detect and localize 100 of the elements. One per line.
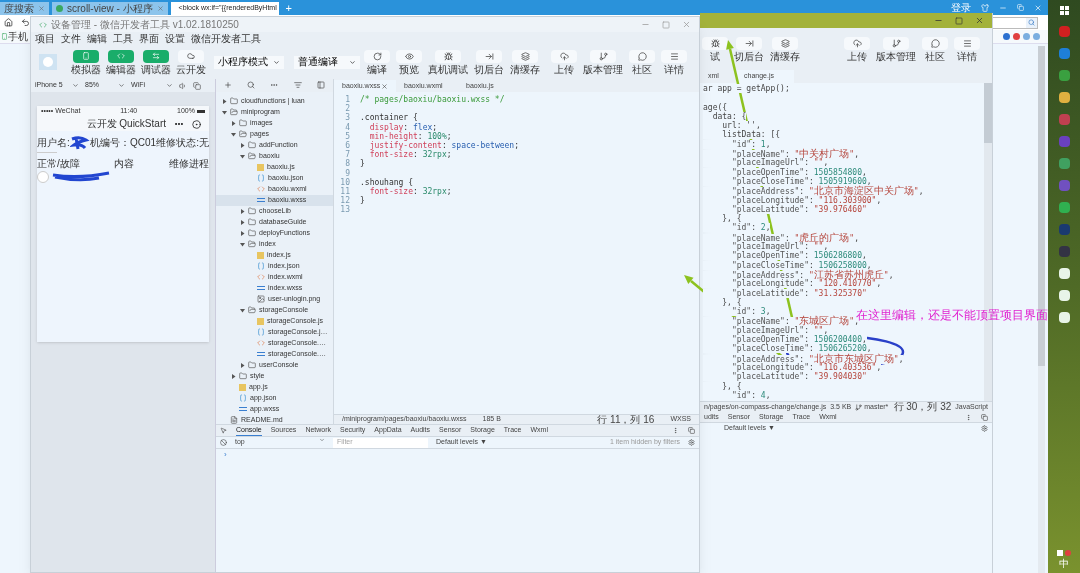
clear-cache-button[interactable]: 清缓存 [770, 36, 800, 62]
folder-icon [239, 372, 247, 381]
search-icon [1028, 19, 1035, 26]
close-icon[interactable] [156, 5, 164, 12]
menu-item[interactable]: 文件 [61, 33, 81, 44]
dock-icon[interactable] [688, 427, 695, 434]
line-number: 1 [344, 95, 351, 104]
app-icon[interactable] [1058, 202, 1070, 213]
add-icon[interactable] [223, 81, 232, 90]
caret-icon[interactable] [231, 373, 236, 379]
folder-icon [239, 119, 247, 128]
version-button[interactable]: 版本管理 [583, 49, 623, 75]
menu-item[interactable]: 项目 [35, 33, 55, 44]
column-header: 内容 [114, 159, 135, 169]
copy-icon[interactable] [193, 81, 201, 90]
close-icon[interactable] [682, 20, 691, 29]
clear-cache-button[interactable]: 清缓存 [510, 49, 540, 75]
simulator-button[interactable]: 模拟器 [71, 49, 101, 75]
caret-icon[interactable] [240, 142, 245, 148]
speaker-icon[interactable] [179, 81, 187, 90]
code-line: justify-content: space-between; [368, 140, 519, 151]
debugger-button[interactable]: 调试器 [141, 49, 171, 75]
caret-icon[interactable] [240, 230, 245, 236]
document-icon [230, 416, 238, 424]
clear-icon[interactable] [220, 439, 227, 446]
target-icon[interactable] [192, 119, 201, 129]
code-icon [257, 339, 265, 348]
menu-item[interactable]: 编辑 [87, 33, 107, 44]
close-icon[interactable] [975, 16, 984, 25]
browser-tab[interactable]: scroll-view - 小程序 [52, 2, 168, 15]
remote-debug-button[interactable]: 真机调试 [428, 49, 468, 75]
background-button[interactable]: 切后台 [734, 36, 764, 62]
caret-icon[interactable] [240, 307, 245, 313]
caret-icon [166, 82, 173, 89]
caret-icon[interactable] [240, 219, 245, 225]
menu-item[interactable]: 界面 [139, 33, 159, 44]
app-icon[interactable] [1058, 70, 1070, 81]
app-icon[interactable] [1058, 312, 1070, 323]
search-field[interactable] [992, 16, 1038, 29]
line-number: 13 [339, 205, 351, 215]
folder-icon [230, 97, 238, 106]
settings-icon[interactable] [688, 439, 695, 446]
home-icon[interactable] [4, 18, 13, 27]
tool-icon [637, 51, 647, 61]
back-icon[interactable] [21, 18, 30, 27]
compile-dropdown[interactable]: 普通编译 [294, 55, 360, 69]
search-icon[interactable] [247, 81, 256, 90]
caret-icon[interactable] [222, 98, 227, 104]
inspect-icon[interactable] [220, 427, 227, 434]
editor-button[interactable]: 编辑器 [106, 49, 136, 75]
toggle-switch[interactable] [37, 171, 49, 183]
bookmark-link[interactable]: 手机 [8, 31, 28, 42]
caret-icon[interactable] [240, 208, 245, 214]
js-file-icon [257, 163, 264, 171]
background-button[interactable]: 切后台 [474, 49, 504, 75]
close-icon[interactable] [1034, 3, 1042, 12]
dock-icon[interactable] [981, 413, 988, 421]
version-button[interactable]: 版本管理 [876, 36, 916, 62]
app-icon[interactable] [1058, 48, 1070, 59]
menu-item[interactable]: 微信开发者工具 [191, 33, 261, 44]
shirt-icon[interactable] [981, 3, 989, 12]
cloud-button[interactable]: 云开发 [176, 49, 206, 75]
close-icon[interactable] [38, 5, 45, 12]
caret-icon[interactable] [240, 241, 245, 247]
caret-icon[interactable] [240, 362, 245, 368]
caret-icon[interactable] [222, 109, 227, 115]
mode-dropdown[interactable]: 小程序模式 [214, 55, 284, 69]
sort-icon[interactable] [293, 81, 302, 90]
annotation-note: 在这里编辑，还是不能顶置项目界面 [856, 308, 1048, 322]
mode-icon [187, 52, 195, 60]
mode-icon [82, 52, 90, 60]
caret-icon[interactable] [240, 153, 245, 159]
panel-icon[interactable] [317, 81, 326, 90]
maximize-icon[interactable] [955, 16, 963, 25]
windows-logo-icon[interactable] [1059, 6, 1069, 15]
tool-icon [780, 38, 790, 48]
js-file-icon [257, 251, 264, 259]
scribble [69, 136, 90, 150]
app-icon[interactable] [1058, 92, 1070, 103]
tool-icon [710, 38, 720, 48]
braces-icon [257, 262, 265, 271]
app-icon[interactable] [1058, 268, 1070, 279]
tool-icon [520, 51, 530, 61]
battery-icon [197, 110, 205, 113]
caret-icon[interactable] [231, 131, 236, 137]
tool-icon [852, 38, 862, 48]
input-method-indicator[interactable]: 中 [1059, 559, 1069, 569]
browser-tab[interactable]: 度搜索 [0, 2, 49, 15]
close-icon[interactable] [381, 82, 388, 90]
app-icon[interactable] [1058, 290, 1070, 301]
menu-item[interactable]: 设置 [165, 33, 185, 44]
info-label: 无 [199, 138, 209, 148]
avatar-icon [39, 54, 57, 70]
app-icon[interactable] [1058, 158, 1070, 169]
stylesheet-icon [257, 198, 265, 203]
caret-icon[interactable] [231, 120, 236, 126]
restore-icon[interactable] [1017, 4, 1024, 11]
menu-item[interactable]: 工具 [113, 33, 133, 44]
settings-icon[interactable] [981, 425, 988, 432]
code-line: display: flex; [368, 122, 438, 132]
